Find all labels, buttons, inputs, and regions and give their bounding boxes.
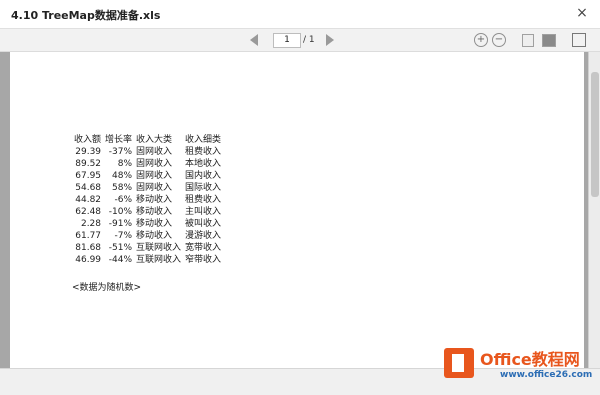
watermark-url: www.office26.com bbox=[500, 370, 593, 380]
table-cell: 固网收入 bbox=[136, 171, 173, 181]
zoom-in-icon[interactable]: + bbox=[474, 33, 488, 47]
table-cell: 44.82 bbox=[75, 195, 102, 205]
table-cell: 互联网收入 bbox=[136, 255, 182, 265]
table-cell: 被叫收入 bbox=[185, 219, 222, 229]
table-row: 62.48 -10% 移动收入 主叫收入 bbox=[72, 206, 223, 218]
close-icon[interactable]: × bbox=[574, 4, 590, 22]
table-cell: 漫游收入 bbox=[185, 231, 222, 241]
previous-page-button[interactable] bbox=[248, 33, 262, 47]
table-cell: 89.52 bbox=[75, 159, 102, 169]
table-cell: -51% bbox=[108, 243, 133, 253]
column-header: 增长率 bbox=[105, 135, 133, 145]
table-cell: -6% bbox=[114, 195, 133, 205]
table-cell: 主叫收入 bbox=[185, 207, 222, 217]
window-title: 4.10 TreeMap数据准备.xls bbox=[11, 9, 161, 22]
table-cell: 租费收入 bbox=[185, 147, 222, 157]
viewer-toolbar: / 1 + − bbox=[0, 29, 600, 52]
zoom-out-icon[interactable]: − bbox=[492, 33, 506, 47]
table-row: 46.99 -44% 互联网收入 窄带收入 bbox=[72, 254, 223, 266]
table-cell: -7% bbox=[114, 231, 133, 241]
multi-page-view-icon[interactable] bbox=[542, 34, 556, 47]
table-cell: 互联网收入 bbox=[136, 243, 182, 253]
table-row: 29.39 -37% 固网收入 租费收入 bbox=[72, 146, 223, 158]
table-cell: 国内收入 bbox=[185, 171, 222, 181]
table-cell: 81.68 bbox=[75, 243, 102, 253]
table-cell: 46.99 bbox=[75, 255, 102, 265]
table-cell: 移动收入 bbox=[136, 207, 173, 217]
table-cell: 本地收入 bbox=[185, 159, 222, 169]
fullscreen-icon[interactable] bbox=[572, 33, 586, 47]
table-cell: -10% bbox=[108, 207, 133, 217]
office-logo-icon bbox=[444, 348, 474, 378]
table-cell: 租费收入 bbox=[185, 195, 222, 205]
table-cell: 固网收入 bbox=[136, 147, 173, 157]
table-row: 67.95 48% 固网收入 国内收入 bbox=[72, 170, 223, 182]
page-number-input[interactable] bbox=[273, 33, 301, 48]
table-row: 44.82 -6% 移动收入 租费收入 bbox=[72, 194, 223, 206]
watermark-brand: Office教程网 bbox=[480, 350, 580, 369]
column-header: 收入额 bbox=[74, 135, 102, 145]
page-total-label: / 1 bbox=[303, 35, 315, 45]
column-header: 收入大类 bbox=[136, 135, 173, 145]
watermark: Office教程网 www.office26.com bbox=[440, 344, 600, 394]
table-cell: 8% bbox=[117, 159, 133, 169]
table-row: 54.68 58% 固网收入 国际收入 bbox=[72, 182, 223, 194]
table-cell: 61.77 bbox=[75, 231, 102, 241]
table-cell: -44% bbox=[108, 255, 133, 265]
table-row: 89.52 8% 固网收入 本地收入 bbox=[72, 158, 223, 170]
title-bar: 4.10 TreeMap数据准备.xls × bbox=[0, 0, 600, 29]
document-page: 收入额 增长率 收入大类 收入细类 29.39 -37% 固网收入 租费收入 89.52… bbox=[10, 52, 584, 368]
table-cell: 54.68 bbox=[75, 183, 102, 193]
table-header-row: 收入额 增长率 收入大类 收入细类 bbox=[72, 134, 223, 146]
vertical-scrollbar[interactable] bbox=[588, 52, 600, 368]
table-row: 61.77 -7% 移动收入 漫游收入 bbox=[72, 230, 223, 242]
table-cell: 62.48 bbox=[75, 207, 102, 217]
next-page-button[interactable] bbox=[322, 33, 336, 47]
table-row: 2.28 -91% 移动收入 被叫收入 bbox=[72, 218, 223, 230]
table-cell: 移动收入 bbox=[136, 219, 173, 229]
table-cell: 国际收入 bbox=[185, 183, 222, 193]
table-cell: 窄带收入 bbox=[185, 255, 222, 265]
document-viewer: 收入额 增长率 收入大类 收入细类 29.39 -37% 固网收入 租费收入 89.52… bbox=[0, 52, 600, 368]
table-cell: 67.95 bbox=[75, 171, 102, 181]
arrow-left-icon bbox=[250, 34, 258, 46]
column-header: 收入细类 bbox=[185, 135, 222, 145]
table-cell: 29.39 bbox=[75, 147, 102, 157]
table-cell: 58% bbox=[112, 183, 133, 193]
table-cell: -91% bbox=[108, 219, 133, 229]
table-cell: 固网收入 bbox=[136, 159, 173, 169]
table-cell: 2.28 bbox=[80, 219, 102, 229]
arrow-right-icon bbox=[326, 34, 334, 46]
data-table: 收入额 增长率 收入大类 收入细类 29.39 -37% 固网收入 租费收入 89.52… bbox=[72, 134, 223, 266]
table-cell: -37% bbox=[108, 147, 133, 157]
table-cell: 移动收入 bbox=[136, 195, 173, 205]
table-row: 81.68 -51% 互联网收入 宽带收入 bbox=[72, 242, 223, 254]
single-page-view-icon[interactable] bbox=[522, 34, 534, 47]
table-cell: 固网收入 bbox=[136, 183, 173, 193]
table-cell: 移动收入 bbox=[136, 231, 173, 241]
table-cell: 宽带收入 bbox=[185, 243, 222, 253]
random-data-note: <数据为随机数> bbox=[72, 283, 142, 293]
scrollbar-thumb[interactable] bbox=[591, 72, 599, 197]
table-cell: 48% bbox=[112, 171, 133, 181]
